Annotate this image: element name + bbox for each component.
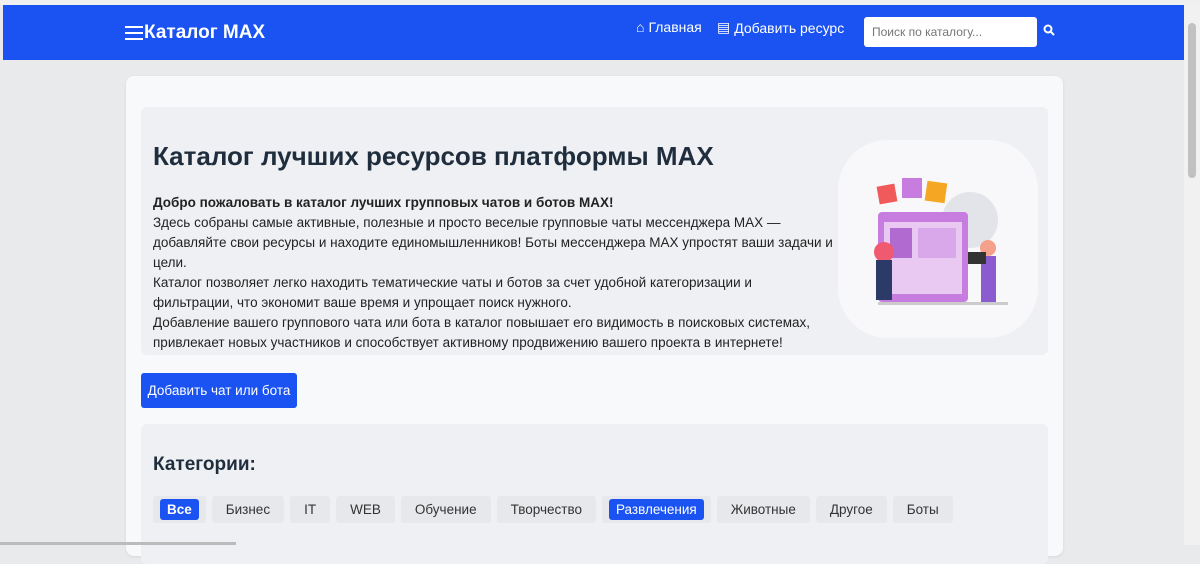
brand-link[interactable]: Каталог MAX — [125, 22, 265, 44]
category-label: Все — [160, 499, 199, 520]
categories-title: Категории: — [153, 454, 256, 475]
add-chat-button[interactable]: Добавить чат или бота — [141, 373, 297, 408]
hero-paragraph: Добавление вашего группового чата или бо… — [153, 315, 811, 350]
category-animals[interactable]: Животные — [716, 496, 810, 523]
hero-text: Добро пожаловать в каталог лучших группо… — [153, 193, 833, 353]
category-entertainment[interactable]: Развлечения — [601, 496, 711, 523]
category-all[interactable]: Все — [153, 496, 206, 523]
search-icon[interactable] — [1043, 24, 1056, 37]
brand-text: Каталог MAX — [144, 22, 266, 43]
hero-lead: Добро пожаловать в каталог лучших группо… — [153, 195, 614, 210]
category-web[interactable]: WEB — [336, 496, 395, 523]
scrollbar-thumb[interactable] — [1188, 23, 1196, 178]
nav-add-label: Добавить ресурс — [734, 19, 845, 36]
list-icon: ▤ — [717, 19, 731, 35]
category-other[interactable]: Другое — [815, 496, 887, 523]
hero-illustration — [838, 140, 1038, 338]
category-education[interactable]: Обучение — [400, 496, 491, 523]
navbar: Каталог MAX ⌂ Главная ▤ Добавить ресурс — [3, 5, 1184, 60]
nav-home[interactable]: ⌂ Главная — [636, 19, 702, 35]
hero-section: Каталог лучших ресурсов платформы MAX До… — [141, 107, 1048, 355]
hero-paragraph: Каталог позволяет легко находить тематич… — [153, 275, 752, 310]
home-icon: ⌂ — [636, 19, 645, 35]
scrollbar[interactable] — [1184, 5, 1200, 545]
page-title: Каталог лучших ресурсов платформы MAX — [153, 141, 714, 171]
categories-section: Категории: Все Бизнес IT WEB Обучение Тв… — [141, 424, 1048, 564]
main-card: Каталог лучших ресурсов платформы MAX До… — [126, 76, 1063, 564]
category-bots[interactable]: Боты — [892, 496, 953, 523]
category-it[interactable]: IT — [290, 496, 331, 523]
menu-icon — [125, 26, 143, 40]
nav-add-resource[interactable]: ▤ Добавить ресурс — [717, 19, 844, 36]
category-business[interactable]: Бизнес — [211, 496, 285, 523]
category-creativity[interactable]: Творчество — [496, 496, 596, 523]
search-input[interactable] — [864, 17, 1037, 47]
hero-paragraph: Здесь собраны самые активные, полезные и… — [153, 215, 833, 270]
nav-home-label: Главная — [648, 19, 702, 35]
category-label: Развлечения — [608, 499, 704, 520]
category-list: Все Бизнес IT WEB Обучение Творчество Ра… — [153, 496, 953, 523]
